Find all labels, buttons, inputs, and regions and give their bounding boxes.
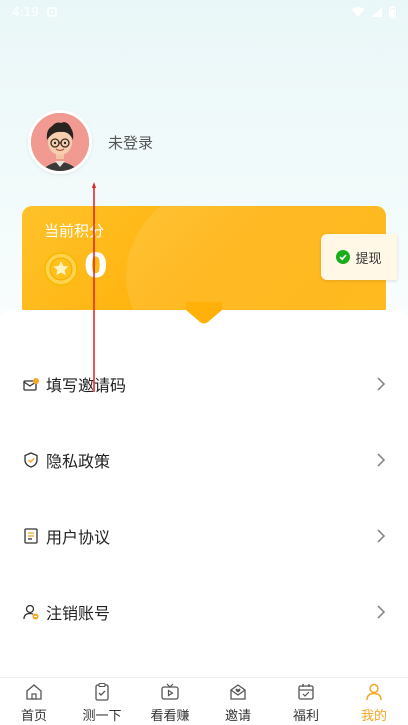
chevron-right-icon <box>377 529 386 543</box>
nav-item-test[interactable]: 测一下 <box>68 678 136 725</box>
nav-item-invite[interactable]: 邀请 <box>204 678 272 725</box>
chevron-right-icon <box>377 453 386 467</box>
withdraw-label: 提现 <box>355 251 382 267</box>
nav-item-watch-earn[interactable]: 看看赚 <box>136 678 204 725</box>
notification-icon <box>47 7 57 17</box>
chevron-right-icon <box>377 377 386 391</box>
nav-item-welfare[interactable]: 福利 <box>272 678 340 725</box>
nav-label-mine: 我的 <box>360 709 387 724</box>
sheet-notch <box>186 302 222 324</box>
avatar[interactable] <box>28 110 92 174</box>
login-status-text[interactable]: 未登录 <box>108 132 153 153</box>
bottom-nav: 首页 测一下 看看赚 邀请 福利 我的 <box>0 677 408 725</box>
menu-label-invite-code: 填写邀请码 <box>46 376 127 395</box>
nav-label-watch-earn: 看看赚 <box>150 709 190 724</box>
calendar-gift-icon <box>298 684 314 700</box>
wifi-icon <box>351 7 365 17</box>
nav-item-mine[interactable]: 我的 <box>340 678 408 725</box>
status-bar: 4:19 <box>0 0 408 24</box>
battery-icon <box>389 6 396 18</box>
nav-label-welfare: 福利 <box>292 709 319 724</box>
signal-icon <box>372 7 382 17</box>
menu-item-delete-account[interactable]: 注销账号 <box>0 588 408 636</box>
avatar-cartoon-icon <box>31 113 89 171</box>
chevron-right-icon <box>377 605 386 619</box>
document-icon <box>24 528 38 544</box>
profile-header[interactable]: 未登录 <box>28 110 153 174</box>
wechat-check-icon <box>336 250 351 264</box>
envelope-icon <box>23 378 39 391</box>
withdraw-button[interactable]: 提现 <box>321 234 397 280</box>
nav-label-test: 测一下 <box>82 709 122 724</box>
shield-icon <box>24 452 38 468</box>
invite-envelope-icon <box>230 684 246 700</box>
tv-play-icon <box>161 683 179 700</box>
nav-item-home[interactable]: 首页 <box>0 678 68 725</box>
nav-label-home: 首页 <box>20 709 47 724</box>
menu-label-privacy-policy: 隐私政策 <box>46 452 111 471</box>
user-cancel-icon <box>23 604 39 620</box>
home-icon <box>26 684 42 700</box>
menu-label-delete-account: 注销账号 <box>46 604 111 623</box>
status-left: 4:19 <box>12 5 57 19</box>
menu-item-invite-code[interactable]: 填写邀请码 <box>0 360 408 408</box>
status-time: 4:19 <box>12 5 39 19</box>
nav-label-invite: 邀请 <box>224 709 251 724</box>
user-icon <box>366 683 382 701</box>
status-right <box>351 6 396 18</box>
coin-icon <box>44 252 78 286</box>
menu-item-user-agreement[interactable]: 用户协议 <box>0 512 408 560</box>
clipboard-check-icon <box>95 682 109 701</box>
guide-arrow-overlay <box>92 182 96 392</box>
menu-label-user-agreement: 用户协议 <box>46 528 111 547</box>
menu-item-privacy-policy[interactable]: 隐私政策 <box>0 436 408 484</box>
